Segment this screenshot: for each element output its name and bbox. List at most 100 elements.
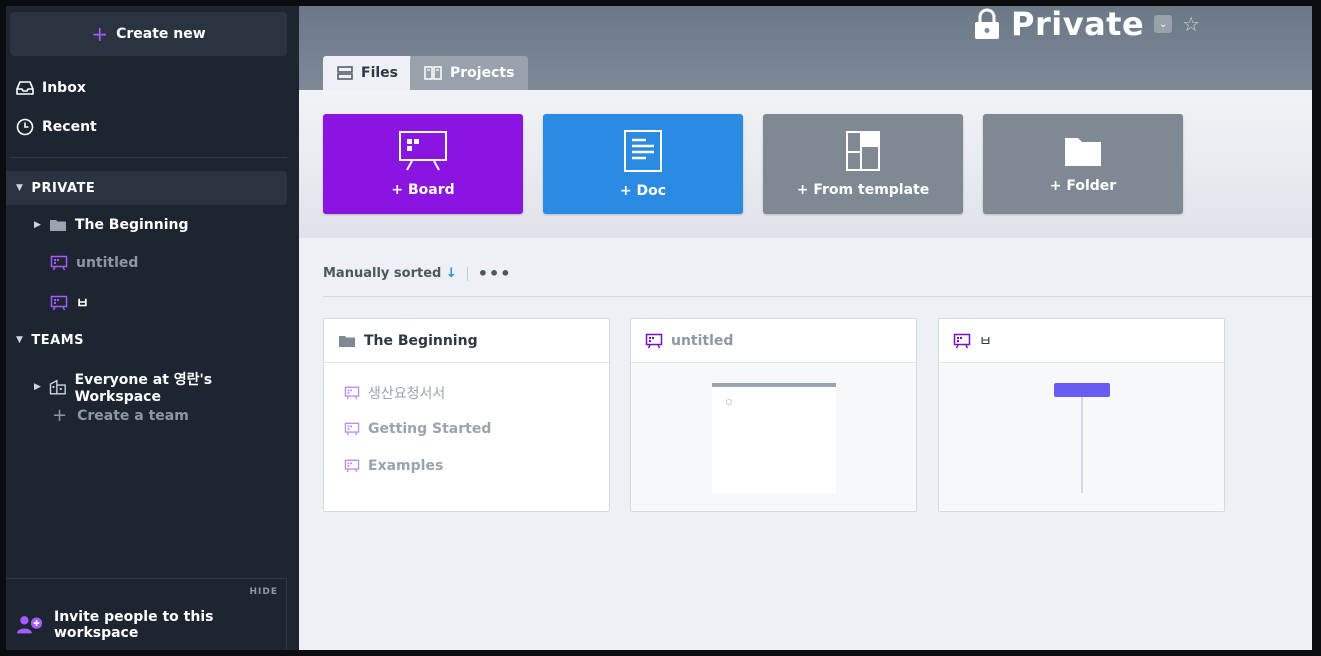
plus-icon: + [91, 22, 109, 46]
file-card-header: untitled [631, 319, 916, 363]
new-folder-button[interactable]: + Folder [983, 114, 1183, 214]
file-card-header: ㅂ [939, 319, 1224, 363]
board-thumbnail [631, 363, 916, 511]
from-template-button[interactable]: + From template [763, 114, 963, 214]
file-card-b[interactable]: ㅂ [938, 318, 1225, 512]
folder-child-item[interactable]: Getting Started [344, 421, 491, 437]
thumbnail-node [1054, 383, 1110, 397]
board-icon [50, 255, 68, 271]
board-icon [344, 459, 360, 473]
chevron-down-icon[interactable]: ⌄ [1154, 15, 1173, 33]
file-card-folder[interactable]: The Beginning 생산요청서서 Getting Started Exa… [323, 318, 610, 512]
create-new-label: Create new [116, 26, 206, 42]
folder-child-item[interactable]: Examples [344, 458, 443, 474]
board-icon [344, 422, 360, 436]
folder-child-label: 생산요청서서 [368, 386, 446, 402]
file-card-title: ㅂ [979, 333, 992, 350]
arrow-down-icon: ↓ [445, 266, 457, 281]
tree-item-label: untitled [76, 255, 139, 271]
add-user-icon [16, 616, 43, 634]
star-icon[interactable]: ☆ [1182, 12, 1200, 36]
caret-down-icon: ▼ [16, 335, 24, 345]
caret-right-icon: ▶ [34, 220, 41, 230]
tab-files[interactable]: Files [323, 56, 412, 90]
new-board-label: + Board [391, 182, 455, 198]
folder-child-item[interactable]: 생산요청서서 [344, 383, 445, 403]
board-icon [645, 333, 663, 348]
file-card-untitled[interactable]: untitled [630, 318, 917, 512]
section-private-label: PRIVATE [31, 180, 96, 196]
invite-people-button[interactable]: Invite people to this workspace [16, 609, 286, 641]
file-card-title: untitled [671, 332, 734, 349]
folder-child-label: Examples [368, 458, 444, 474]
new-board-button[interactable]: + Board [323, 114, 523, 214]
nav-recent-label: Recent [42, 119, 97, 135]
folder-icon [49, 220, 66, 231]
hide-button[interactable]: HIDE [250, 587, 279, 597]
from-template-label: + From template [796, 182, 930, 198]
folder-icon [339, 335, 355, 347]
tree-item-b[interactable]: ㅂ [50, 293, 89, 313]
caret-right-icon: ▶ [34, 382, 41, 392]
tree-item-label: ㅂ [76, 296, 89, 312]
title-row: Private ⌄ ☆ [973, 6, 1200, 43]
nav-inbox[interactable]: Inbox [16, 80, 86, 96]
content-divider [323, 296, 1312, 297]
tree-item-team-workspace[interactable]: ▶ Everyone at 영란's Workspace [34, 369, 299, 405]
sort-bar: Manually sorted ↓ ••• [323, 264, 511, 283]
sort-label: Manually sorted [323, 266, 442, 281]
inbox-icon [16, 81, 34, 95]
folder-contents: 생산요청서서 Getting Started Examples [324, 363, 609, 511]
sidebar: + Create new Inbox Recent ▼ PRIVATE ▶ Th… [6, 6, 299, 650]
tree-item-label: Everyone at 영란's Workspace [74, 372, 213, 405]
template-icon [846, 131, 880, 171]
projects-icon [424, 66, 442, 80]
thumbnail-connector [1081, 397, 1083, 493]
sort-divider [466, 266, 468, 281]
doc-icon [624, 130, 662, 172]
caret-down-icon: ▼ [16, 183, 24, 193]
plus-icon: + [52, 405, 68, 426]
tree-item-label: The Beginning [74, 217, 189, 233]
board-thumbnail [939, 363, 1224, 511]
thumbnail-page [712, 383, 836, 493]
app-frame: + Create new Inbox Recent ▼ PRIVATE ▶ Th… [0, 0, 1321, 656]
board-icon [344, 386, 360, 400]
invite-panel: HIDE Invite people to this workspace [6, 578, 287, 650]
thumbnail-dot [726, 399, 732, 405]
lock-icon [975, 8, 999, 39]
board-icon [50, 295, 68, 311]
tab-projects-label: Projects [450, 65, 515, 81]
clock-icon [16, 118, 34, 136]
invite-label: Invite people to this workspace [53, 609, 214, 641]
tab-projects[interactable]: Projects [410, 56, 529, 90]
create-new-button[interactable]: + Create new [10, 12, 287, 56]
sort-button[interactable]: Manually sorted ↓ [323, 266, 457, 281]
page-title: Private [1011, 6, 1145, 43]
nav-inbox-label: Inbox [42, 80, 86, 96]
folder-child-label: Getting Started [368, 421, 492, 437]
files-icon [337, 66, 353, 80]
quick-actions-area: + Board + Doc + From template + Folder [299, 90, 1312, 238]
new-folder-label: + Folder [1049, 178, 1117, 194]
more-options-icon[interactable]: ••• [478, 264, 512, 283]
file-card-title: The Beginning [364, 332, 478, 349]
board-icon [953, 333, 971, 348]
create-team-link[interactable]: + Create a team [52, 407, 189, 425]
building-icon [49, 379, 66, 395]
new-doc-button[interactable]: + Doc [543, 114, 743, 214]
tree-item-the-beginning[interactable]: ▶ The Beginning [34, 217, 189, 233]
nav-recent[interactable]: Recent [16, 118, 97, 136]
section-private[interactable]: ▼ PRIVATE [6, 171, 287, 205]
sidebar-divider [10, 157, 287, 158]
main-content: Private ⌄ ☆ Files Projects + Board + Doc [299, 6, 1312, 650]
file-card-header: The Beginning [324, 319, 609, 363]
folder-icon [1065, 138, 1101, 166]
new-doc-label: + Doc [619, 183, 667, 199]
tab-files-label: Files [361, 65, 398, 81]
create-team-label: Create a team [77, 408, 189, 424]
tree-item-untitled[interactable]: untitled [50, 255, 138, 271]
board-icon [399, 131, 447, 171]
header: Private ⌄ ☆ Files Projects [299, 6, 1312, 90]
section-teams[interactable]: ▼ TEAMS [6, 323, 287, 357]
